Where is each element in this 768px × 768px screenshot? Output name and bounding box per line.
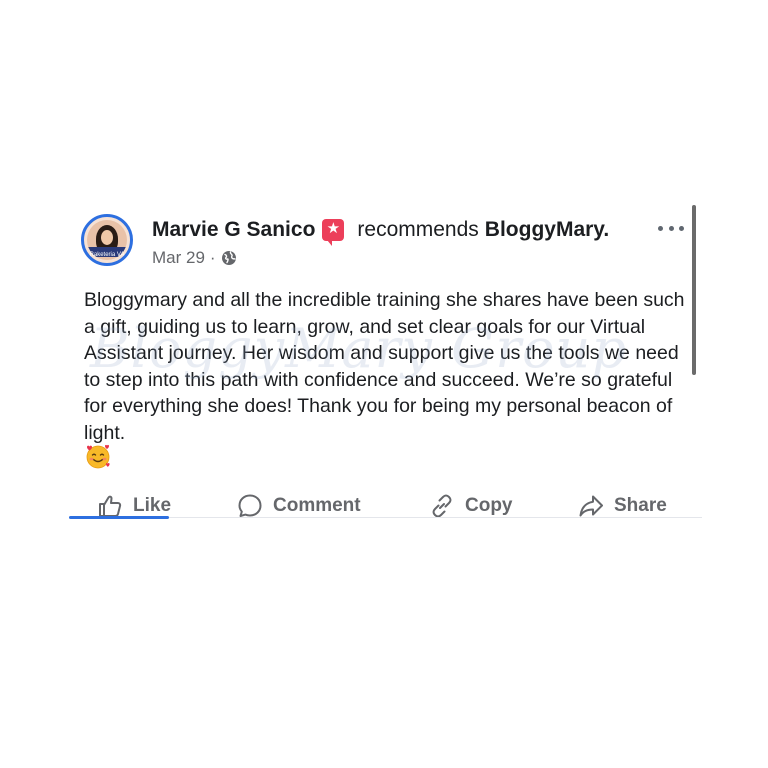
more-options-icon[interactable]: [658, 221, 684, 235]
link-icon: [432, 494, 452, 518]
post-meta: Mar 29 ·: [152, 247, 237, 269]
avatar-caption: Raketeria VA: [89, 252, 125, 258]
like-active-indicator: [69, 516, 169, 519]
comment-bubble-icon: [238, 494, 262, 517]
copy-label: Copy: [465, 495, 513, 516]
comment-label: Comment: [273, 495, 361, 516]
globe-icon[interactable]: [221, 250, 237, 266]
post-body-text: Bloggymary and all the incredible traini…: [84, 289, 685, 444]
page-name-link[interactable]: BloggyMary.: [485, 218, 609, 242]
smiling-face-with-hearts-icon: [86, 444, 110, 469]
share-arrow-icon: [579, 495, 603, 517]
share-label: Share: [614, 495, 667, 516]
recommends-text: recommends: [357, 218, 479, 241]
author-avatar[interactable]: Raketeria VA: [81, 214, 133, 266]
action-bar-divider: [169, 517, 702, 518]
scrollbar[interactable]: [692, 205, 696, 375]
post-date[interactable]: Mar 29: [152, 248, 205, 268]
author-name[interactable]: Marvie G Sanico: [152, 218, 315, 242]
meta-separator: ·: [209, 248, 216, 267]
recommendation-post: Raketeria VA Marvie G Sanico ★ recommend…: [62, 203, 702, 521]
like-label: Like: [133, 495, 172, 516]
post-header: Marvie G Sanico ★ recommends BloggyMary.: [152, 217, 609, 246]
star-badge-icon: ★: [322, 219, 345, 246]
